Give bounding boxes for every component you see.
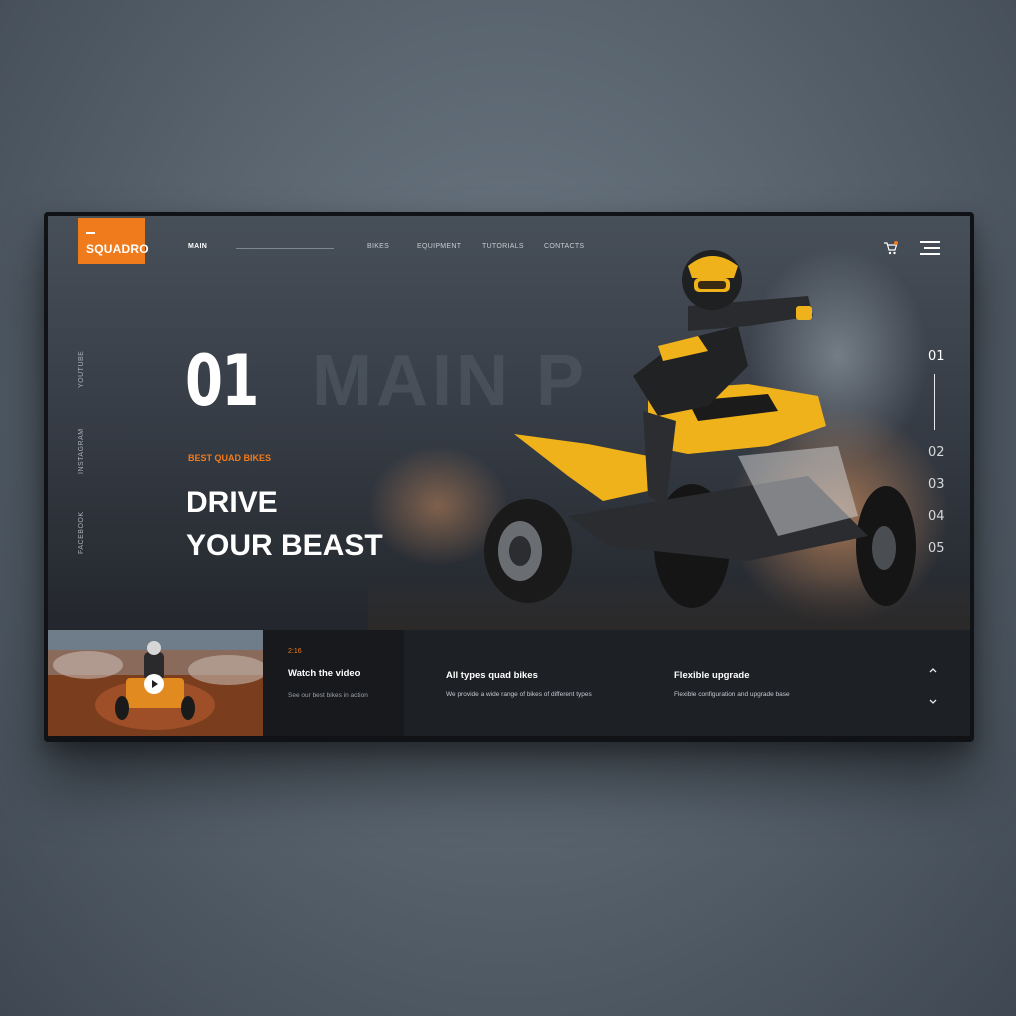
nav-active-line — [236, 248, 334, 249]
nav-bikes[interactable]: BIKES — [367, 243, 389, 250]
social-instagram[interactable]: INSTAGRAM — [78, 428, 85, 474]
features-strip: All types quad bikes We provide a wide r… — [404, 630, 970, 736]
background-word: MAIN P — [312, 341, 588, 421]
feature-title-1: All types quad bikes — [446, 670, 538, 681]
video-card[interactable]: 2:16 Watch the video See our best bikes … — [263, 630, 404, 736]
play-icon[interactable] — [144, 674, 164, 694]
website: SQUADRO MAIN BIKES EQUIPMENT TUTORIALS C… — [48, 216, 970, 736]
pager-item-02[interactable]: 02 — [928, 445, 945, 460]
hero-kicker: BEST QUAD BIKES — [188, 453, 272, 463]
video-thumbnail[interactable] — [48, 630, 263, 736]
social-facebook[interactable]: FACEBOOK — [78, 511, 85, 554]
video-description: See our best bikes in action — [288, 692, 368, 699]
hamburger-menu-icon[interactable] — [920, 241, 940, 255]
nav-contacts[interactable]: CONTACTS — [544, 243, 584, 250]
cart-icon[interactable] — [883, 240, 899, 256]
social-youtube[interactable]: YOUTUBE — [78, 351, 85, 388]
pager-item-01[interactable]: 01 — [928, 349, 945, 364]
feature-desc-1: We provide a wide range of bikes of diff… — [446, 691, 592, 698]
monitor-frame: SQUADRO MAIN BIKES EQUIPMENT TUTORIALS C… — [44, 212, 974, 742]
pager-item-05[interactable]: 05 — [928, 541, 945, 556]
logo-dash — [86, 232, 95, 234]
pager-item-04[interactable]: 04 — [928, 509, 945, 524]
nav-main[interactable]: MAIN — [188, 243, 207, 250]
feature-desc-2: Flexible configuration and upgrade base — [674, 691, 790, 698]
logo-text: SQUADRO — [86, 242, 149, 256]
headline-line-1: DRIVE — [186, 486, 278, 519]
hero-headline: DRIVE YOUR BEAST — [186, 481, 383, 567]
headline-line-2: YOUR BEAST — [186, 529, 383, 562]
slide-number: 01 — [185, 340, 259, 422]
cart-badge — [894, 241, 898, 245]
nav-equipment[interactable]: EQUIPMENT — [417, 243, 461, 250]
feature-title-2: Flexible upgrade — [674, 670, 750, 681]
video-title: Watch the video — [288, 668, 361, 679]
squadro-logo[interactable]: SQUADRO — [78, 218, 149, 264]
chevron-down-icon[interactable] — [928, 694, 938, 704]
nav-tutorials[interactable]: TUTORIALS — [482, 243, 524, 250]
video-duration: 2:16 — [288, 648, 302, 655]
pager-progress-line — [934, 374, 935, 430]
chevron-up-icon[interactable] — [928, 662, 938, 673]
pager-item-03[interactable]: 03 — [928, 477, 945, 492]
